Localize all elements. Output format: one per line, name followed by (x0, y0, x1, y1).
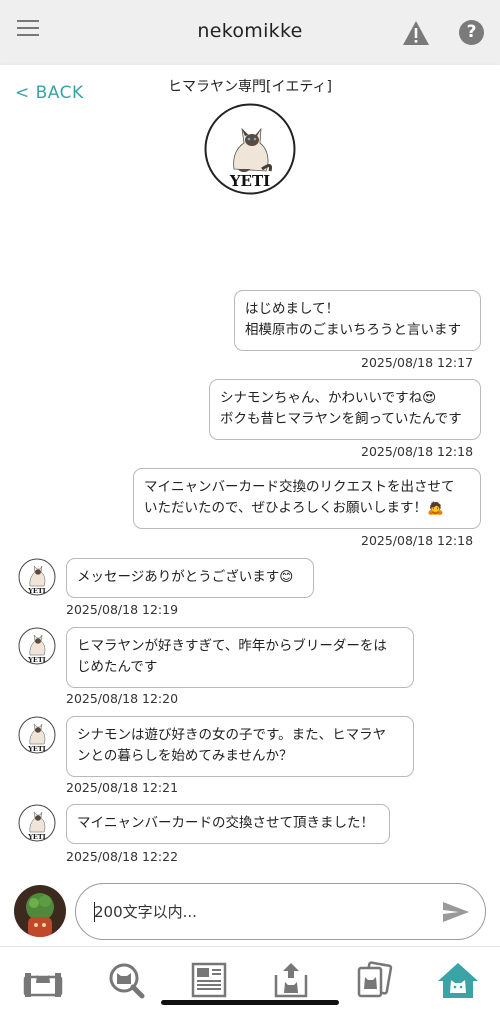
message-input-bar (0, 874, 500, 946)
newspaper-icon[interactable] (189, 961, 231, 999)
chat-thread[interactable]: はじめまして！ 相模原市のごまいちろうと言います 2025/08/18 12:1… (0, 206, 500, 874)
shop-logo: YETI (204, 103, 296, 195)
cat-home-icon[interactable] (437, 961, 479, 999)
help-circle-icon[interactable]: ? (459, 20, 484, 45)
message-bubble: はじめまして！ 相模原市のごまいちろうと言います (234, 290, 481, 351)
message-timestamp: 2025/08/18 12:19 (66, 602, 179, 617)
shop-avatar[interactable]: YETI (18, 627, 56, 665)
message-timestamp: 2025/08/18 12:18 (361, 533, 474, 548)
chat-header: < BACK ヒマラヤン専門[イエティ] YETI (0, 65, 500, 206)
upload-cat-icon[interactable] (270, 961, 312, 999)
message-timestamp: 2025/08/18 12:22 (66, 849, 179, 864)
shop-name: ヒマラヤン専門[イエティ] (168, 79, 332, 95)
message-bubble: マイニャンバーカード交換のリクエストを出させて いただいたので、ぜひよろしくお願… (133, 468, 481, 529)
cat-cards-icon[interactable] (353, 961, 395, 999)
avatar-logo-text: YETI (27, 833, 45, 841)
warning-triangle-icon[interactable] (402, 20, 430, 46)
shop-avatar[interactable]: YETI (18, 804, 56, 842)
message-bubble: メッセージありがとうございます😊 (66, 558, 314, 598)
shop-avatar[interactable]: YETI (18, 558, 56, 596)
cat-bed-icon[interactable] (22, 961, 64, 999)
message-bubble: シナモンちゃん、かわいいですね😍 ボクも昔ヒマラヤンを飼っていたんです (209, 379, 481, 440)
message-bubble: ヒマラヤンが好きすぎて、昨年からブリーダーをは じめたんです (66, 627, 414, 688)
message-timestamp: 2025/08/18 12:20 (66, 691, 179, 706)
message-timestamp: 2025/08/18 12:17 (361, 355, 474, 370)
avatar-logo-text: YETI (27, 587, 45, 595)
user-avatar[interactable] (14, 885, 66, 937)
cat-search-icon[interactable] (106, 961, 148, 999)
send-arrow-icon[interactable] (442, 901, 470, 923)
logo-text: YETI (229, 172, 270, 190)
text-caret (94, 902, 95, 922)
shop-avatar[interactable]: YETI (18, 716, 56, 754)
top-bar: nekomikke ? (0, 0, 500, 65)
bottom-nav (0, 946, 500, 1015)
message-bubble: マイニャンバーカードの交換させて頂きました！ (66, 804, 390, 844)
message-timestamp: 2025/08/18 12:18 (361, 444, 474, 459)
message-input[interactable] (75, 883, 486, 940)
home-indicator[interactable] (161, 1000, 339, 1005)
avatar-logo-text: YETI (27, 745, 45, 753)
message-timestamp: 2025/08/18 12:21 (66, 780, 179, 795)
message-bubble: シナモンは遊び好きの女の子です。また、ヒマラヤ ンとの暮らしを始めてみませんか？ (66, 716, 414, 777)
avatar-logo-text: YETI (27, 656, 45, 664)
